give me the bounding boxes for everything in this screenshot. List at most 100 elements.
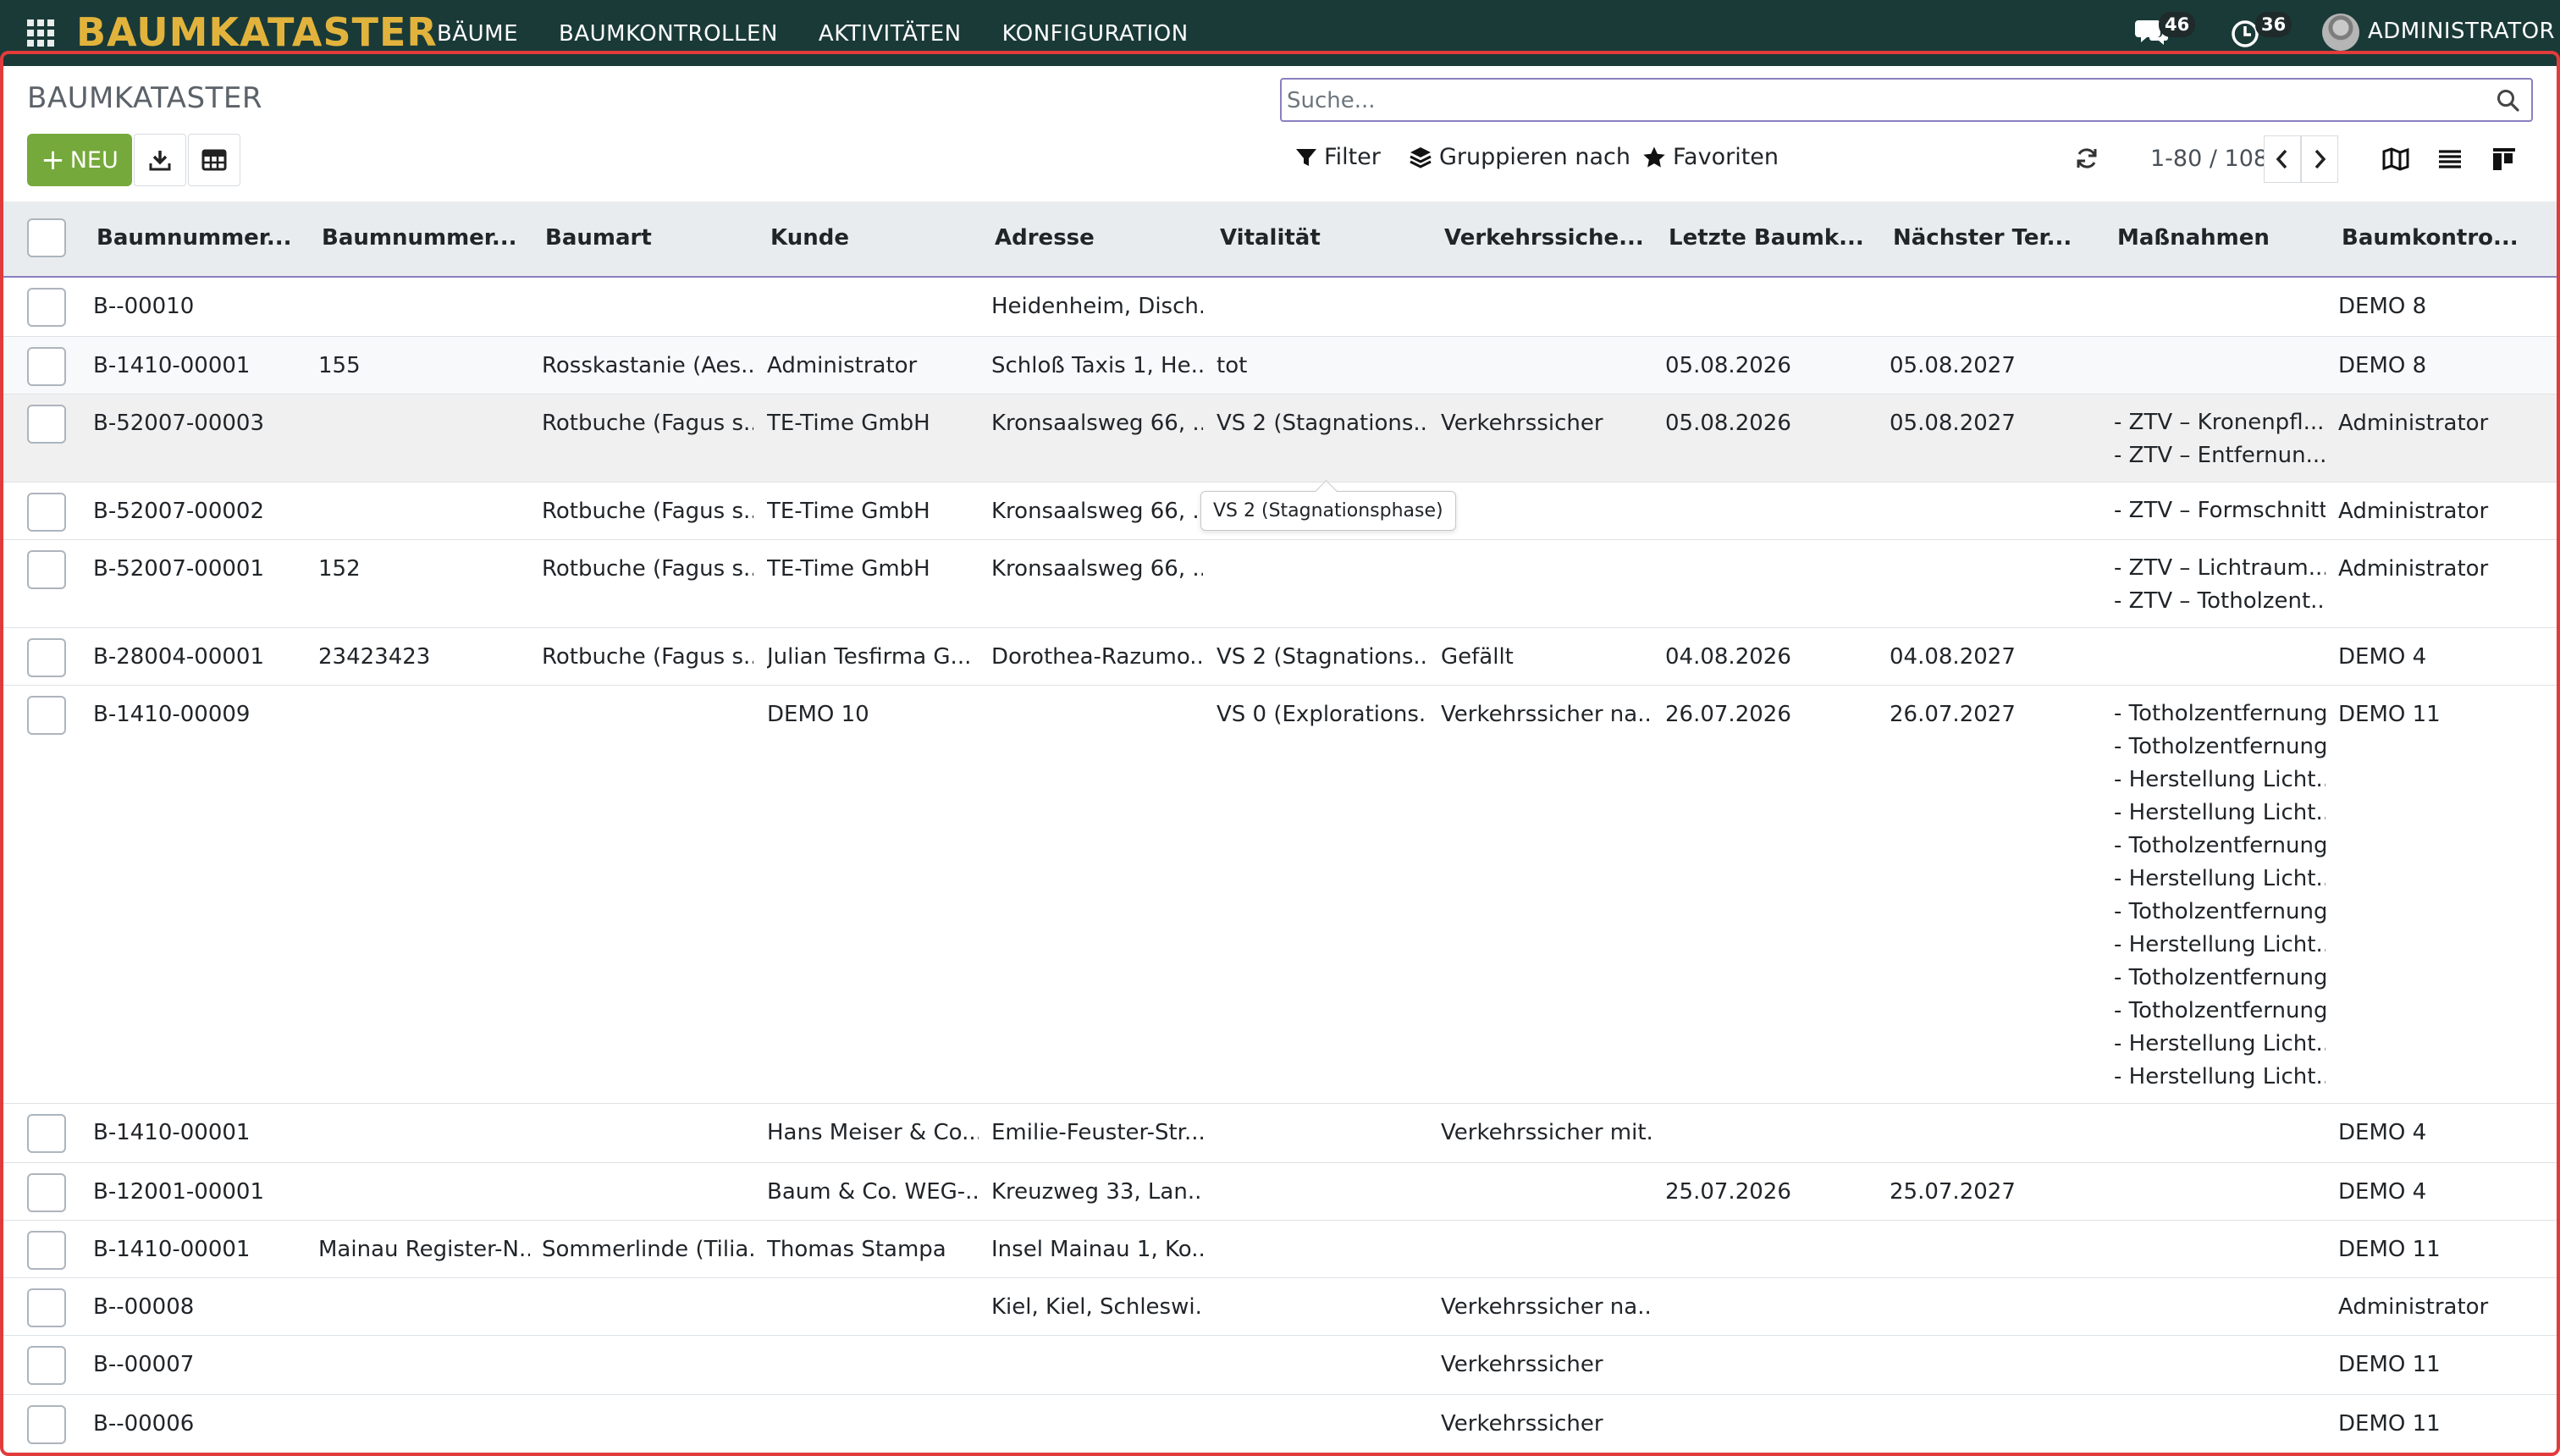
activities-button[interactable]: 36 [2230, 12, 2292, 52]
table-row[interactable]: B-1410-00001 Mainau Register-N... Sommerli… [3, 1221, 2557, 1278]
row-checkbox[interactable] [27, 638, 66, 677]
map-view-button[interactable] [2381, 144, 2411, 174]
group-by-label: Gruppieren nach [1439, 144, 1630, 170]
cell-baumnummer: B--00008 [93, 1294, 195, 1320]
row-checkbox[interactable] [27, 696, 66, 735]
row-checkbox[interactable] [27, 347, 66, 386]
download-icon [149, 151, 171, 171]
row-checkbox[interactable] [27, 493, 66, 532]
favorites-button[interactable]: Favoriten [1642, 144, 1779, 170]
cell-baumnummer-2: 155 [318, 353, 361, 378]
cell-adresse: Kreuzweg 33, Lan... [991, 1179, 1203, 1205]
main-menu: BÄUME BAUMKONTROLLEN AKTIVITÄTEN KONFIGU… [437, 0, 1229, 66]
pager-value[interactable]: 1-80 / 108 [2150, 146, 2268, 172]
cell-massnahmen: - Totholzentfernung - Totholzentfernung - … [2114, 698, 2326, 1094]
table-row[interactable]: B--00007 Verkehrssicher DEMO 11 [3, 1336, 2557, 1395]
filter-icon [1296, 148, 1316, 166]
app-brand[interactable]: BAUMKATASTER [76, 8, 438, 56]
cell-kunde: TE-Time GmbH [767, 411, 930, 436]
cell-adresse: Kronsaalsweg 66, ... [991, 411, 1203, 436]
cell-baumart: Rotbuche (Fagus s... [542, 499, 753, 524]
cell-baumnummer: B-1410-00009 [93, 702, 251, 727]
select-all-checkbox[interactable] [27, 218, 66, 257]
menu-konfiguration[interactable]: KONFIGURATION [1002, 19, 1189, 47]
massnahme-item: - Totholzentfernung [2114, 899, 2326, 924]
table-row[interactable]: B-12001-00001 Baum & Co. WEG-... Kreuzweg … [3, 1163, 2557, 1221]
column-header-vitalitaet[interactable]: Vitalität [1220, 225, 1321, 251]
row-checkbox[interactable] [27, 1114, 66, 1153]
vitality-tooltip: VS 2 (Stagnationsphase) [1200, 491, 1456, 531]
group-by-button[interactable]: Gruppieren nach [1409, 144, 1630, 170]
chevron-right-icon [2314, 149, 2326, 169]
row-checkbox[interactable] [27, 405, 66, 444]
column-header-massnahmen[interactable]: Maßnahmen [2117, 225, 2270, 251]
row-checkbox[interactable] [27, 288, 66, 327]
row-checkbox[interactable] [27, 1288, 66, 1327]
column-header-baumkontrolleur[interactable]: Baumkontro... [2342, 225, 2519, 251]
cell-baumnummer-2: 23423423 [318, 644, 431, 670]
column-header-baumnummer[interactable]: Baumnummer... [97, 225, 292, 251]
table-row[interactable]: B-1410-00001 155 Rosskastanie (Aes... Admin… [3, 337, 2557, 394]
user-avatar[interactable] [2322, 14, 2359, 51]
massnahme-item: - Herstellung Licht... [2114, 1031, 2326, 1056]
search-icon[interactable] [2496, 88, 2521, 113]
search-input[interactable] [1287, 83, 2472, 119]
massnahme-item: - Totholzentfernung [2114, 734, 2326, 759]
massnahme-item: - Totholzentfernung [2114, 833, 2326, 858]
column-header-kunde[interactable]: Kunde [770, 225, 849, 251]
table-row[interactable]: B-28004-00001 23423423 Rotbuche (Fagus s..… [3, 628, 2557, 686]
cell-vitalitaet: VS 2 (Stagnations... [1217, 644, 1428, 670]
column-header-baumart[interactable]: Baumart [545, 225, 652, 251]
new-button[interactable]: + NEU [27, 134, 132, 186]
list-view-button[interactable] [2435, 144, 2465, 174]
row-checkbox[interactable] [27, 1231, 66, 1270]
cell-baumkontrolleur: DEMO 11 [2338, 1237, 2441, 1262]
column-header-naechster-termin[interactable]: Nächster Ter... [1893, 225, 2072, 251]
cell-adresse: Kronsaalsweg 66, ... [991, 556, 1203, 582]
table-row[interactable]: B-1410-00009 DEMO 10 VS 0 (Explorations...… [3, 686, 2557, 1104]
kanban-icon [2493, 148, 2515, 170]
column-header-baumnummer-2[interactable]: Baumnummer... [322, 225, 517, 251]
cell-naechster-termin: 05.08.2027 [1890, 353, 2016, 378]
row-checkbox[interactable] [27, 1173, 66, 1212]
menu-aktivitaeten[interactable]: AKTIVITÄTEN [819, 19, 962, 47]
column-header-letzte-baumkontrolle[interactable]: Letzte Baumk... [1669, 225, 1864, 251]
row-checkbox[interactable] [27, 1346, 66, 1385]
cell-baumart: Rotbuche (Fagus s... [542, 411, 753, 436]
row-checkbox[interactable] [27, 550, 66, 589]
filter-button[interactable]: Filter [1295, 144, 1381, 170]
table-row[interactable]: B-52007-00001 152 Rotbuche (Fagus s... TE-T… [3, 540, 2557, 628]
cell-baumnummer: B--00010 [93, 294, 195, 319]
massnahme-item: - Totholzentfernung [2114, 998, 2326, 1023]
column-header-adresse[interactable]: Adresse [995, 225, 1095, 251]
spreadsheet-button[interactable] [188, 134, 240, 186]
messages-button[interactable]: 46 [2133, 12, 2196, 52]
cell-baumnummer: B-52007-00001 [93, 556, 265, 582]
kanban-view-button[interactable] [2489, 144, 2519, 174]
cell-naechster-termin: 26.07.2027 [1890, 702, 2016, 727]
menu-baumkontrollen[interactable]: BAUMKONTROLLEN [559, 19, 778, 47]
table-row[interactable]: B--00006 Verkehrssicher DEMO 11 [3, 1395, 2557, 1454]
table-row[interactable]: B-52007-00003 Rotbuche (Fagus s... TE-Time… [3, 394, 2557, 483]
column-header-verkehrssicherheit[interactable]: Verkehrssiche... [1444, 225, 1644, 251]
cell-kunde: Hans Meiser & Co.... [767, 1120, 979, 1145]
cell-baumart: Rotbuche (Fagus s... [542, 644, 753, 670]
cell-vitalitaet: VS 0 (Explorations... [1217, 702, 1428, 727]
refresh-icon[interactable] [2074, 146, 2099, 171]
pager-previous-button[interactable] [2264, 135, 2301, 183]
download-button[interactable] [134, 134, 186, 186]
menu-baeume[interactable]: BÄUME [437, 19, 518, 47]
table-row[interactable]: B--00010 Heidenheim, Disch... DEMO 8 [3, 278, 2557, 337]
messages-count-badge: 46 [2159, 12, 2196, 37]
pager-next-button[interactable] [2301, 135, 2338, 183]
cell-verkehrssicherheit: Gefällt [1441, 644, 1514, 670]
table-row[interactable]: B--00008 Kiel, Kiel, Schleswi... Verkehrss… [3, 1278, 2557, 1336]
row-checkbox[interactable] [27, 1405, 66, 1444]
cell-baumnummer: B--00006 [93, 1411, 195, 1437]
user-menu[interactable]: ADMINISTRATOR [2368, 19, 2555, 44]
massnahme-item: - ZTV – Totholzent... [2114, 588, 2326, 614]
cell-baumart: Rosskastanie (Aes... [542, 353, 753, 378]
apps-grid-icon[interactable] [27, 19, 54, 47]
cell-kunde: Thomas Stampa [767, 1237, 946, 1262]
table-row[interactable]: B-1410-00001 Hans Meiser & Co.... Emilie-F… [3, 1104, 2557, 1163]
